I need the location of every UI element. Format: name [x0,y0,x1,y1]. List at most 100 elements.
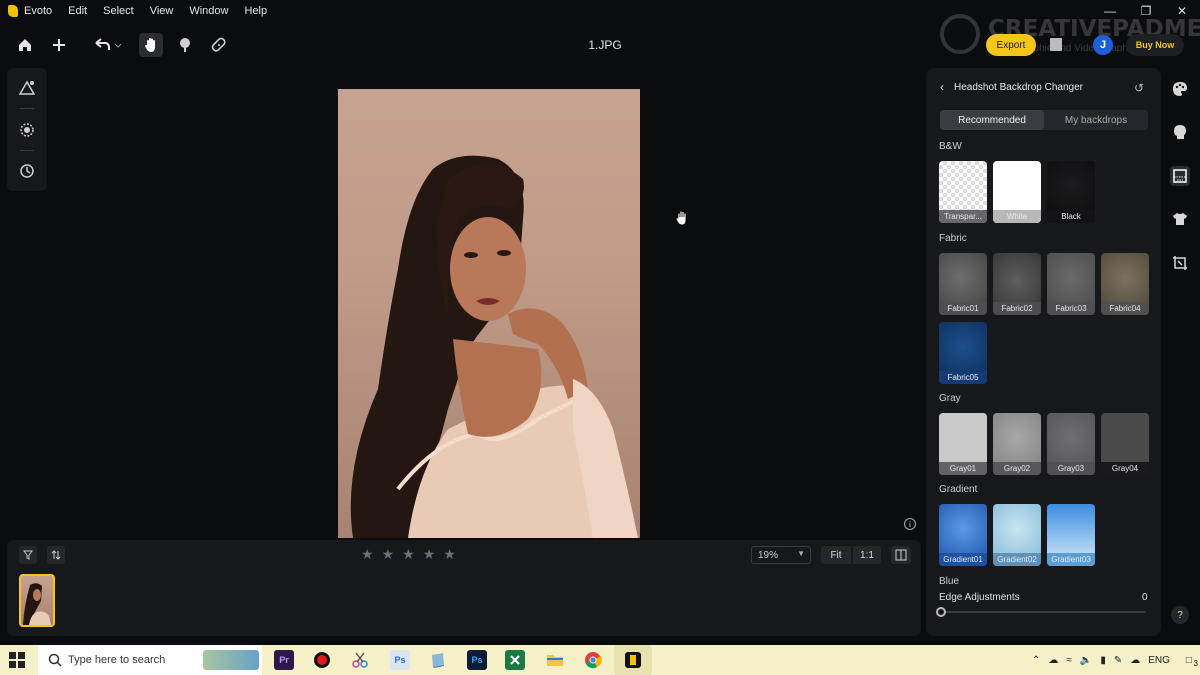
chevron-down-icon: ▼ [797,549,805,558]
backdrop-black[interactable]: Black [1047,161,1095,223]
volume-icon[interactable]: 🔈 [1080,655,1092,666]
clothing-icon[interactable] [1170,209,1190,229]
backdrop-white[interactable]: White [993,161,1041,223]
backdrop-label: Fabric02 [993,302,1041,315]
backdrop-gradient02[interactable]: Gradient02 [993,504,1041,566]
backdrop-gradient03[interactable]: Gradient03 [1047,504,1095,566]
network-icon[interactable]: ☁ [1048,655,1058,666]
backdrop-gradient01[interactable]: Gradient01 [939,504,987,566]
photo-canvas[interactable] [338,89,640,538]
avatar[interactable]: J [1093,35,1113,55]
backdrop-gray03[interactable]: Gray03 [1047,413,1095,475]
zoom-select[interactable]: 19% ▼ [751,546,811,564]
backdrop-label: White [993,210,1041,223]
backdrop-label: Gray04 [1101,462,1149,475]
star-icon[interactable]: ★ [382,546,395,562]
backdrop-fabric03[interactable]: Fabric03 [1047,253,1095,315]
backdrop-gray04[interactable]: Gray04 [1101,413,1149,475]
menu-edit[interactable]: Edit [68,5,87,17]
language-indicator[interactable]: ENG [1148,655,1170,666]
file-name: 1.JPG [588,38,622,52]
edge-slider-track[interactable] [940,611,1146,613]
search-icon [48,653,62,667]
retouch-icon[interactable] [17,120,37,140]
menu-help[interactable]: Help [244,5,267,17]
backdrop-gray02[interactable]: Gray02 [993,413,1041,475]
undo-icon[interactable] [90,33,124,57]
app-name: Evoto [24,5,53,17]
battery-icon[interactable]: ▮ [1100,655,1106,666]
excel-app[interactable] [505,650,525,670]
hand-tool-icon[interactable] [139,33,163,57]
backdrop-icon[interactable] [1170,166,1190,186]
thumbnail-image [23,583,51,625]
brush-tool-icon[interactable] [173,33,197,57]
home-icon[interactable] [13,33,37,57]
premiere-app[interactable]: Pr [274,650,294,670]
backdrop-transparent[interactable]: Transpar... [939,161,987,223]
pen-icon[interactable]: ✎ [1114,655,1122,666]
adjust-icon[interactable] [17,78,37,98]
main-toolbar [0,30,920,60]
windows-start-icon[interactable] [9,652,25,668]
star-icon[interactable]: ★ [423,546,436,562]
export-button[interactable]: Export [986,34,1036,56]
notification-icon[interactable]: □ 3 [1186,655,1198,668]
record-app[interactable] [312,650,332,670]
add-icon[interactable] [47,33,71,57]
info-icon[interactable]: i [904,518,916,530]
backdrop-fabric05[interactable]: Fabric05 [939,322,987,384]
backdrop-fabric01[interactable]: Fabric01 [939,253,987,315]
backdrop-fabric02[interactable]: Fabric02 [993,253,1041,315]
menu-view[interactable]: View [150,5,174,17]
divider [20,108,34,109]
tab-my-backdrops[interactable]: My backdrops [1044,110,1148,130]
folder-icon [547,655,563,666]
notification-count: 3 [1193,658,1198,668]
file-explorer-app[interactable] [545,650,565,670]
menu-window[interactable]: Window [189,5,228,17]
star-rating[interactable]: ★ ★ ★ ★ ★ [361,546,456,562]
split-view-icon [895,549,907,561]
chevron-up-icon[interactable]: ⌃ [1032,655,1040,666]
heal-tool-icon[interactable] [207,33,231,57]
compare-view-button[interactable] [891,546,911,564]
photo-thumbnail[interactable] [19,574,55,627]
filter-icon[interactable] [19,546,37,564]
star-icon[interactable]: ★ [402,546,415,562]
backdrop-gray01[interactable]: Gray01 [939,413,987,475]
star-icon[interactable]: ★ [361,546,374,562]
tab-recommended[interactable]: Recommended [940,110,1044,130]
buy-now-button[interactable]: Buy Now [1126,34,1184,56]
menu-select[interactable]: Select [103,5,134,17]
history-icon[interactable] [17,161,37,181]
actual-size-button[interactable]: 1:1 [853,546,881,564]
photoshop-app-1[interactable]: Ps [390,650,410,670]
fit-button[interactable]: Fit [821,546,851,564]
backdrop-label: Gradient02 [993,553,1041,566]
cloud-icon[interactable]: ☁ [1130,655,1140,666]
palette-icon[interactable] [1170,79,1190,99]
wifi-icon[interactable]: ≈ [1066,655,1072,666]
windows-taskbar: Type here to search Pr Ps Ps ⌃ ☁ ≈ 🔈 ▮ ✎… [0,645,1200,675]
reset-icon[interactable]: ↺ [1134,81,1144,95]
system-tray: ⌃ ☁ ≈ 🔈 ▮ ✎ ☁ ENG □ 3 [1032,645,1198,675]
snip-app[interactable] [350,650,370,670]
files-app[interactable] [428,650,448,670]
backdrop-fabric04[interactable]: Fabric04 [1101,253,1149,315]
crop-icon[interactable] [1170,253,1190,273]
backdrop-label: Fabric01 [939,302,987,315]
head-icon[interactable] [1170,122,1190,142]
edge-adjustments-value: 0 [1142,592,1148,603]
sort-icon[interactable] [47,546,65,564]
back-chevron-icon[interactable]: ‹ [940,80,944,94]
export-options-icon[interactable] [1050,38,1062,51]
evoto-taskbar-app[interactable] [614,645,652,675]
help-icon[interactable]: ? [1171,606,1189,624]
right-tool-strip [1166,68,1194,636]
star-icon[interactable]: ★ [443,546,456,562]
edge-slider-handle[interactable] [936,607,946,617]
photoshop-app-2[interactable]: Ps [467,650,487,670]
edge-adjustments-label: Edge Adjustments [939,592,1020,603]
chrome-app[interactable] [583,650,603,670]
